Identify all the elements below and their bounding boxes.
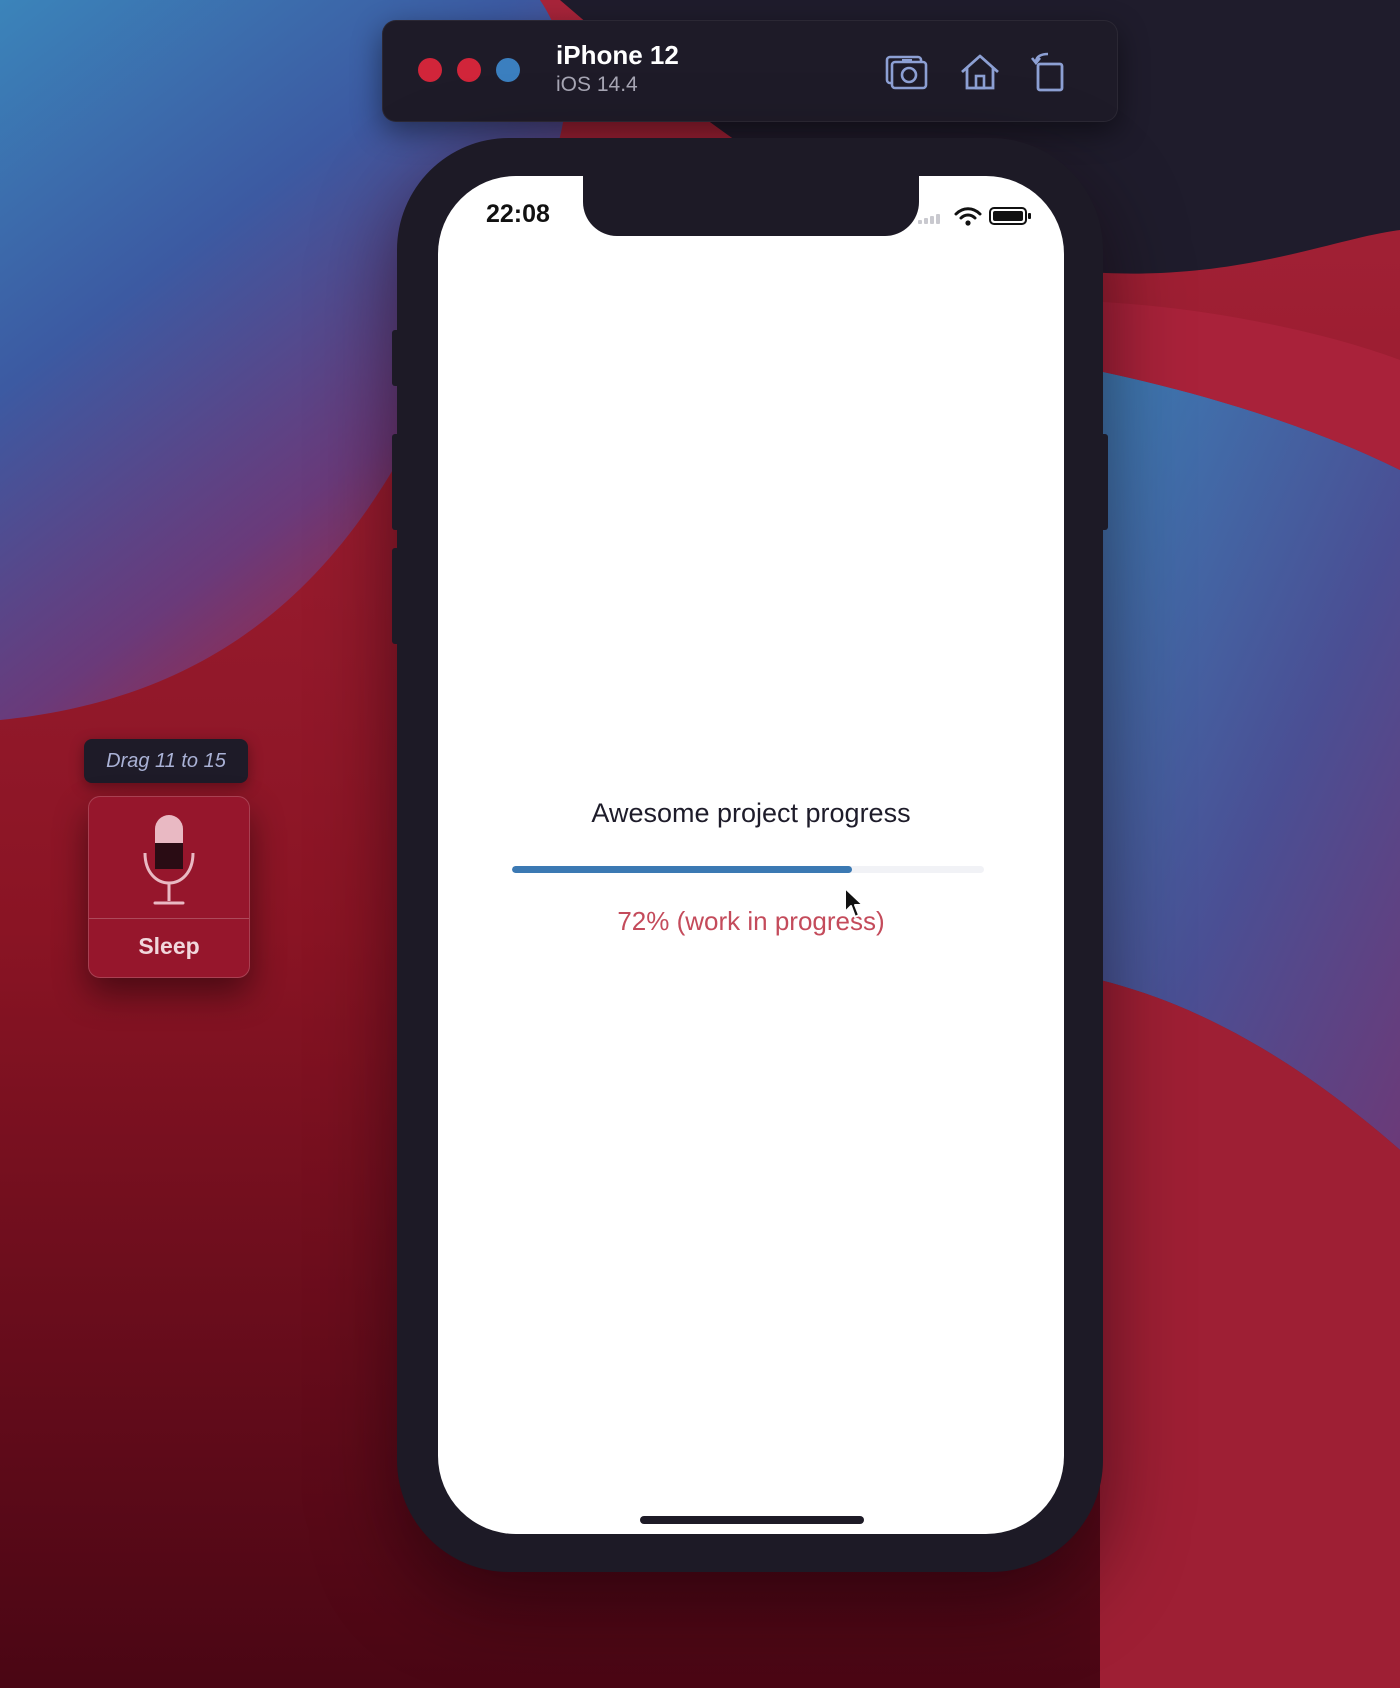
ringer-switch xyxy=(392,330,400,386)
microphone-icon xyxy=(143,815,195,905)
minimize-window-button[interactable] xyxy=(457,58,481,82)
close-window-button[interactable] xyxy=(418,58,442,82)
desktop: iPhone 12 iOS 14.4 22:08 Awesome project… xyxy=(0,0,1400,1688)
mouse-pointer-icon xyxy=(844,887,864,918)
zoom-window-button[interactable] xyxy=(496,58,520,82)
iphone-screen: 22:08 Awesome project progress 72% (work… xyxy=(438,176,1064,1534)
rotate-icon[interactable] xyxy=(1026,48,1074,96)
home-indicator[interactable] xyxy=(640,1516,864,1524)
volume-down-button[interactable] xyxy=(392,548,400,644)
notch xyxy=(583,176,919,236)
progress-title: Awesome project progress xyxy=(591,798,911,828)
power-button[interactable] xyxy=(1100,434,1108,530)
volume-up-button[interactable] xyxy=(392,434,400,530)
progress-bar xyxy=(512,866,984,873)
cellular-icon xyxy=(918,214,940,224)
device-name: iPhone 12 xyxy=(556,40,679,70)
simulator-title-bar xyxy=(382,20,1118,122)
battery-icon xyxy=(989,207,1031,225)
screenshot-camera-icon[interactable] xyxy=(882,48,930,96)
progress-bar-fill xyxy=(512,866,852,873)
status-icons xyxy=(918,204,1034,228)
home-icon[interactable] xyxy=(956,48,1004,96)
wifi-icon xyxy=(954,207,982,226)
voice-control-status-label: Sleep xyxy=(138,933,200,959)
card-divider xyxy=(89,918,249,919)
progress-percent-label: 72% (work in progress) xyxy=(617,906,885,936)
os-version: iOS 14.4 xyxy=(556,73,638,96)
voice-control-drag-hint: Drag 11 to 15 xyxy=(84,739,248,783)
status-time: 22:08 xyxy=(486,200,550,228)
voice-control-status-card[interactable]: Sleep xyxy=(88,796,250,978)
